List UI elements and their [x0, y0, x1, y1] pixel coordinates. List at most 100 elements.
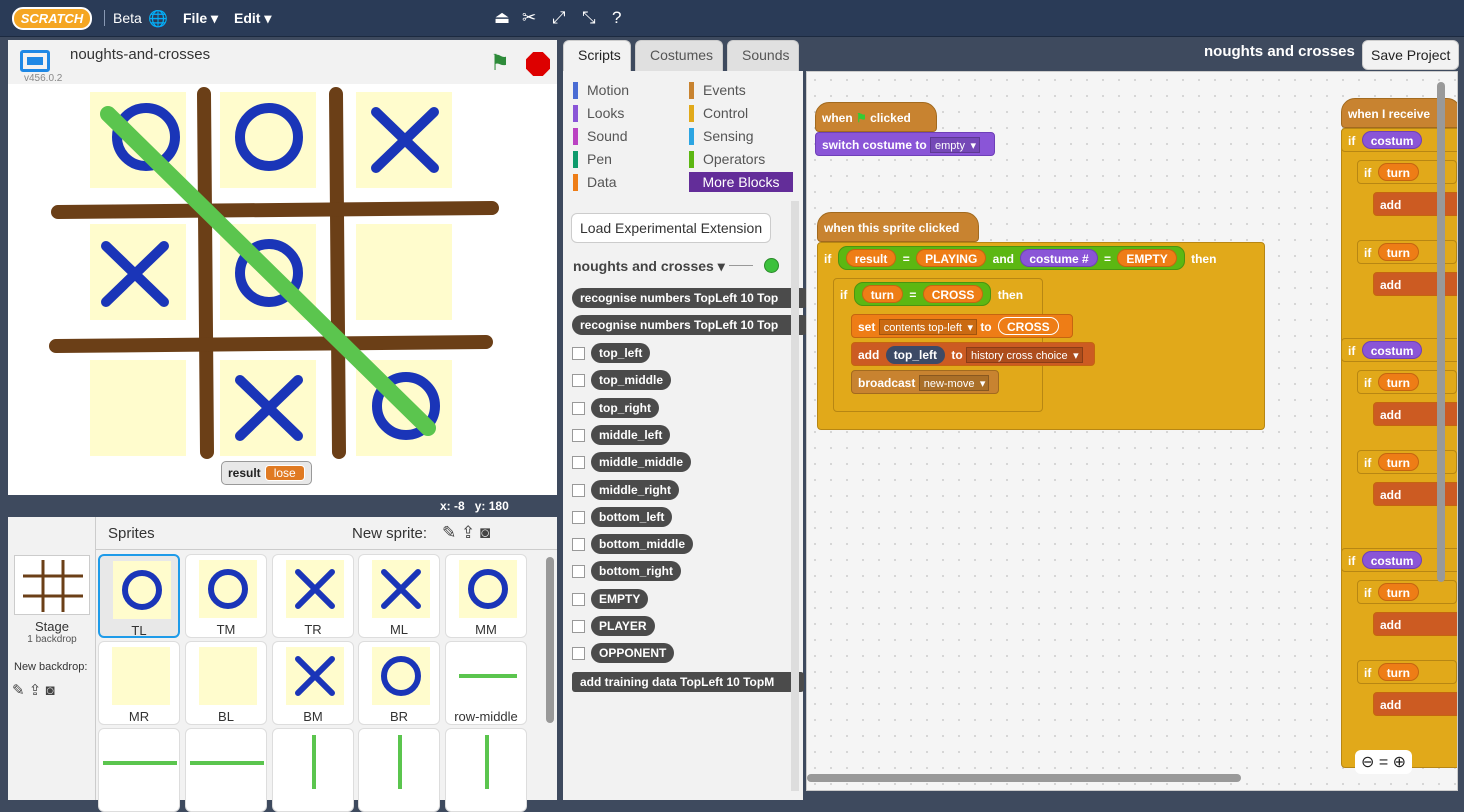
result-reporter[interactable]: result [845, 249, 897, 267]
reporter-bottom_right[interactable]: bottom_right [591, 561, 681, 582]
recognise-block[interactable]: recognise numbers TopLeft 10 Top [572, 315, 812, 335]
when-sprite-clicked-block[interactable]: when this sprite clicked [817, 212, 979, 242]
reporter-middle_left[interactable]: middle_left [591, 424, 671, 445]
top-left-reporter[interactable]: top_left [885, 346, 946, 364]
reporter-top_left[interactable]: top_left [591, 343, 651, 363]
add-block[interactable]: add [1373, 612, 1457, 636]
reporter-checkbox[interactable] [572, 374, 585, 388]
turn-reporter[interactable]: turn [1377, 583, 1420, 601]
zoom-reset-icon[interactable]: = [1379, 754, 1388, 771]
category-sensing[interactable]: Sensing [689, 128, 754, 145]
sprite-scrollbar[interactable] [546, 557, 554, 723]
sprite-thumb-br[interactable]: BR [358, 641, 440, 725]
extension-name[interactable]: noughts and crosses ▾ [573, 258, 725, 275]
upload-icon[interactable]: ⇪ [461, 523, 475, 542]
stage-canvas[interactable] [8, 84, 557, 495]
sprite-thumb-tl[interactable]: TL [98, 554, 180, 638]
zoom-in-icon[interactable]: ⊕ [1393, 754, 1406, 771]
add-block[interactable]: add [1373, 482, 1457, 506]
add-block[interactable]: add [1373, 272, 1457, 296]
result-monitor[interactable]: result lose [221, 461, 312, 485]
camera-icon[interactable]: ◙ [480, 523, 490, 542]
file-menu[interactable]: File ▾ [183, 10, 218, 27]
value-input[interactable]: CROSS [997, 317, 1059, 335]
when-flag-clicked-block[interactable]: when ⚑ clicked [815, 102, 937, 132]
reporter-middle_middle[interactable]: middle_middle [591, 452, 692, 473]
reporter-checkbox[interactable] [572, 510, 585, 524]
add-block[interactable]: add [1373, 402, 1457, 426]
reporter-checkbox[interactable] [572, 647, 585, 661]
category-control[interactable]: Control [689, 105, 748, 122]
reporter-player[interactable]: PLAYER [591, 616, 655, 636]
category-operators[interactable]: Operators [689, 151, 765, 168]
sprite-thumb[interactable] [358, 728, 440, 812]
reporter-checkbox[interactable] [572, 565, 585, 579]
reporter-top_right[interactable]: top_right [591, 397, 659, 418]
sprite-thumb-bl[interactable]: BL [185, 641, 267, 725]
and-operator[interactable]: result = PLAYING and costume # = EMPTY [837, 246, 1185, 270]
duplicate-icon[interactable]: ⏏ [494, 8, 510, 28]
costume-reporter[interactable]: costume # [1020, 249, 1098, 267]
camera-icon[interactable]: ◙ [46, 682, 55, 699]
costume-reporter[interactable]: costum [1361, 551, 1423, 569]
turn-reporter[interactable]: turn [1377, 243, 1420, 261]
sprite-thumb-row-middle[interactable]: row-middle [445, 641, 527, 725]
add-block[interactable]: add [1373, 192, 1457, 216]
variable-dropdown[interactable]: contents top-left [878, 319, 977, 336]
sprite-thumb[interactable] [445, 728, 527, 812]
if-turn-block[interactable]: if turn [1357, 580, 1457, 604]
category-more-blocks[interactable]: More Blocks [689, 172, 793, 192]
category-motion[interactable]: Motion [573, 82, 629, 99]
add-training-block[interactable]: add training data TopLeft 10 TopM [572, 672, 804, 692]
broadcast-block[interactable]: broadcast new-move [851, 370, 999, 394]
sprite-thumb-mm[interactable]: MM [445, 554, 527, 638]
reporter-checkbox[interactable] [572, 592, 585, 606]
reporter-checkbox[interactable] [572, 456, 585, 470]
reporter-checkbox[interactable] [572, 347, 585, 360]
reporter-checkbox[interactable] [572, 401, 585, 415]
scripts-area[interactable]: when ⚑ clicked switch costume to empty w… [806, 71, 1458, 791]
tab-sounds[interactable]: Sounds [727, 40, 799, 72]
load-extension-button[interactable]: Load Experimental Extension [571, 213, 772, 243]
sprite-thumb-tr[interactable]: TR [272, 554, 354, 638]
list-dropdown[interactable]: history cross choice [966, 347, 1083, 364]
sprite-thumb-tm[interactable]: TM [185, 554, 267, 638]
paint-icon[interactable]: ✎ [442, 523, 456, 542]
turn-reporter[interactable]: turn [1377, 663, 1420, 681]
scratch-logo[interactable]: SCRATCH [12, 7, 92, 30]
help-icon[interactable]: ? [612, 8, 621, 28]
turn-reporter[interactable]: turn [1377, 163, 1420, 181]
set-variable-block[interactable]: set contents top-left to CROSS [851, 314, 1073, 338]
empty-reporter[interactable]: EMPTY [1117, 249, 1177, 267]
equals-operator[interactable]: turn = CROSS [853, 282, 992, 306]
edit-menu[interactable]: Edit ▾ [234, 10, 271, 27]
recognise-block[interactable]: recognise numbers TopLeft 10 Top [572, 288, 812, 308]
sprite-thumb-ml[interactable]: ML [358, 554, 440, 638]
reporter-middle_right[interactable]: middle_right [591, 479, 680, 500]
reporter-checkbox[interactable] [572, 538, 585, 552]
category-sound[interactable]: Sound [573, 128, 627, 145]
shrink-icon[interactable]: ⤡ [582, 8, 596, 28]
sprite-thumb[interactable] [185, 728, 267, 812]
reporter-top_middle[interactable]: top_middle [591, 370, 672, 391]
green-flag-icon[interactable]: ⚑ [490, 50, 510, 76]
costume-reporter[interactable]: costum [1361, 131, 1423, 149]
reporter-bottom_middle[interactable]: bottom_middle [591, 534, 693, 555]
category-pen[interactable]: Pen [573, 151, 612, 168]
add-to-list-block[interactable]: add top_left to history cross choice [851, 342, 1095, 366]
cross-reporter[interactable]: CROSS [922, 285, 984, 303]
if-turn-block[interactable]: if turn [1357, 660, 1457, 684]
delete-icon[interactable]: ✂ [522, 8, 536, 28]
globe-icon[interactable]: 🌐 [148, 9, 168, 29]
scripts-vscrollbar[interactable] [1437, 82, 1445, 582]
upload-icon[interactable]: ⇪ [29, 682, 42, 699]
zoom-out-icon[interactable]: ⊖ [1361, 754, 1374, 771]
stop-icon[interactable] [526, 52, 550, 76]
scripts-hscrollbar[interactable] [807, 774, 1241, 782]
palette-scrollbar[interactable] [791, 201, 799, 791]
category-data[interactable]: Data [573, 174, 617, 191]
category-events[interactable]: Events [689, 82, 746, 99]
switch-costume-block[interactable]: switch costume to empty [815, 132, 995, 156]
project-name[interactable]: noughts-and-crosses [70, 46, 210, 63]
reporter-checkbox[interactable] [572, 620, 585, 633]
